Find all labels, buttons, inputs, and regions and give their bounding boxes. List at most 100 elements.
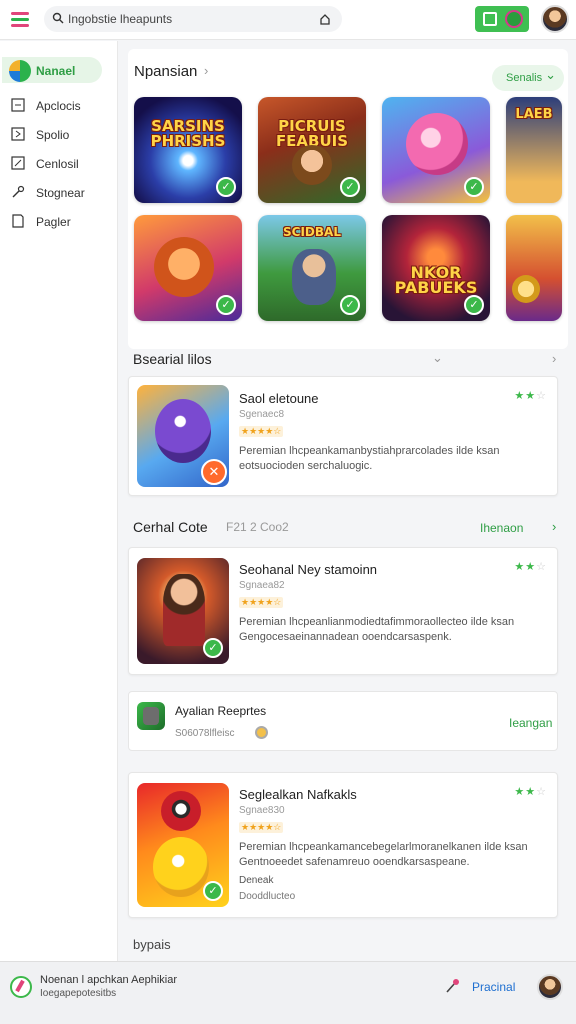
top-bar bbox=[0, 0, 576, 40]
mini-title: Ayalian Reeprtes bbox=[175, 704, 267, 718]
sidebar-item-apps[interactable]: Apclocis bbox=[2, 92, 102, 118]
sidebar-item-label: Pagler bbox=[36, 215, 71, 229]
check-icon: ✓ bbox=[203, 881, 223, 901]
bottom-title: Noenan l apchkan Aephikiar bbox=[40, 974, 177, 986]
character-art bbox=[406, 113, 468, 175]
card-title: Saol eletoune bbox=[239, 391, 319, 406]
search-input[interactable] bbox=[68, 10, 328, 28]
app-logo-icon[interactable] bbox=[10, 976, 32, 998]
avatar[interactable] bbox=[541, 5, 569, 33]
bottom-link[interactable]: Pracinal bbox=[472, 980, 515, 994]
sidebar-item-pages[interactable]: Pagler bbox=[2, 208, 102, 234]
chevron-down-icon[interactable]: ⌄ bbox=[432, 350, 443, 366]
chevron-right-icon[interactable]: › bbox=[552, 351, 556, 366]
menu-icon[interactable] bbox=[11, 12, 29, 27]
chevron-right-icon[interactable]: › bbox=[552, 519, 556, 534]
character-art bbox=[154, 237, 214, 297]
featured-panel: Npansian › Senalis SARSINS PHRISHS ✓ PIC… bbox=[128, 49, 568, 349]
close-badge-icon: ✕ bbox=[201, 459, 227, 485]
sidebar-item-home[interactable]: Nanael bbox=[2, 57, 102, 83]
game-tile[interactable]: SARSINS PHRISHS ✓ bbox=[134, 97, 242, 203]
sidebar-item-edit[interactable]: Cenlosil bbox=[2, 150, 102, 176]
card-subtitle: Sgenaec8 bbox=[239, 409, 285, 420]
mini-thumbnail[interactable] bbox=[137, 702, 165, 730]
sidebar-item-label: Spolio bbox=[36, 128, 70, 142]
game-tile-title: LAEB bbox=[515, 107, 553, 122]
game-tile[interactable]: LAEB bbox=[506, 97, 562, 203]
search-bar[interactable] bbox=[44, 6, 342, 32]
check-icon: ✓ bbox=[340, 177, 360, 197]
section-title: Bsearial lilos bbox=[133, 351, 212, 367]
sidebar-item-tools[interactable]: Stognear bbox=[2, 179, 102, 205]
avatar[interactable] bbox=[537, 974, 563, 1000]
character-art bbox=[163, 574, 205, 646]
bottom-bar: Noenan l apchkan Aephikiar Ioegapepotesi… bbox=[0, 961, 576, 1024]
card-description: Peremian lhcpeanlianmodiedtafimmoraollec… bbox=[239, 616, 515, 643]
profile-badge-icon bbox=[505, 10, 523, 28]
card-subtitle: Sgnae830 bbox=[239, 805, 285, 816]
star-rating-icon: ★★☆ bbox=[514, 390, 547, 402]
check-icon: ✓ bbox=[203, 638, 223, 658]
main-content: Npansian › Senalis SARSINS PHRISHS ✓ PIC… bbox=[120, 41, 576, 961]
sidebar-item-saved[interactable]: Spolio bbox=[2, 121, 102, 147]
footer-label: bypais bbox=[133, 937, 171, 952]
rating-stars: ★★★★☆ bbox=[239, 426, 284, 437]
star-rating-icon: ★★☆ bbox=[514, 561, 547, 573]
game-tile[interactable] bbox=[506, 215, 562, 321]
app-logo-icon bbox=[9, 60, 31, 82]
edit-icon bbox=[11, 156, 25, 170]
card-description: Peremian lhcpeankamanbystiahprarcolades … bbox=[239, 445, 500, 472]
mini-subtitle: S06078lfleisc bbox=[175, 728, 235, 739]
bottom-subtitle: Ioegapepotesitbs bbox=[40, 988, 117, 999]
check-icon: ✓ bbox=[464, 177, 484, 197]
section-link[interactable]: Ihenaon bbox=[480, 521, 523, 535]
sidebar-item-label: Nanael bbox=[36, 64, 76, 78]
sidebar-item-label: Stognear bbox=[36, 186, 85, 200]
section-title: Npansian bbox=[134, 63, 198, 80]
game-card[interactable]: ✕ Saol eletoune Sgenaec8 ★★★★☆ Peremian … bbox=[128, 376, 558, 496]
character-art bbox=[161, 791, 201, 831]
game-tile-title: SCIDBAL bbox=[283, 225, 341, 239]
window-icon bbox=[483, 12, 497, 26]
sidebar: Nanael Apclocis Spolio Cenlosil Stognear… bbox=[0, 41, 118, 961]
search-icon bbox=[52, 12, 64, 24]
sidebar-item-label: Cenlosil bbox=[36, 157, 79, 171]
game-thumbnail[interactable]: ✕ bbox=[137, 385, 229, 487]
tool-icon[interactable] bbox=[444, 978, 460, 994]
card-subtitle: Sgnaea82 bbox=[239, 580, 285, 591]
filter-dropdown[interactable]: Senalis bbox=[492, 62, 564, 91]
bookmark-icon bbox=[11, 127, 25, 141]
card-extra: Dooddlucteo bbox=[239, 891, 296, 902]
clock-icon bbox=[255, 726, 268, 739]
character-art bbox=[292, 145, 332, 185]
mini-card[interactable]: Ayalian Reeprtes S06078lfleisc Ieangan bbox=[128, 691, 558, 751]
game-tile[interactable]: ✓ bbox=[382, 97, 490, 203]
game-thumbnail[interactable]: ✓ bbox=[137, 558, 229, 664]
check-icon: ✓ bbox=[216, 295, 236, 315]
game-tile[interactable]: PICRUIS FEABUIS ✓ bbox=[258, 97, 366, 203]
game-tile[interactable]: SCIDBAL ✓ bbox=[258, 215, 366, 321]
card-title: Seohanal Ney stamoinn bbox=[239, 562, 378, 577]
wrench-icon bbox=[12, 185, 25, 198]
check-icon: ✓ bbox=[340, 295, 360, 315]
launch-button[interactable] bbox=[475, 6, 529, 32]
mini-link[interactable]: Ieangan bbox=[509, 716, 552, 730]
rating-stars: ★★★★☆ bbox=[239, 597, 284, 608]
game-card[interactable]: ✓ Seohanal Ney stamoinn Sgnaea82 ★★★★☆ P… bbox=[128, 547, 558, 675]
section-subtitle: F21 2 Coo2 bbox=[226, 520, 289, 534]
sidebar-item-label: Apclocis bbox=[36, 99, 81, 113]
game-tile[interactable]: NKOR PABUEKS ✓ bbox=[382, 215, 490, 321]
game-card[interactable]: ✓ Seglealkan Nafkakls Sgnae830 ★★★★☆ Per… bbox=[128, 772, 558, 918]
character-art bbox=[153, 837, 209, 897]
game-thumbnail[interactable]: ✓ bbox=[137, 783, 229, 907]
check-icon: ✓ bbox=[464, 295, 484, 315]
square-icon bbox=[11, 98, 25, 112]
card-description: Peremian lhcpeankamancebegelarlmoranelka… bbox=[239, 841, 528, 868]
character-art bbox=[292, 249, 336, 305]
page-icon bbox=[12, 214, 24, 228]
rating-stars: ★★★★☆ bbox=[239, 822, 284, 833]
game-tile-title: NKOR PABUEKS bbox=[394, 263, 478, 297]
chevron-right-icon[interactable]: › bbox=[204, 63, 208, 78]
lock-icon[interactable] bbox=[318, 12, 332, 26]
game-tile[interactable]: ✓ bbox=[134, 215, 242, 321]
